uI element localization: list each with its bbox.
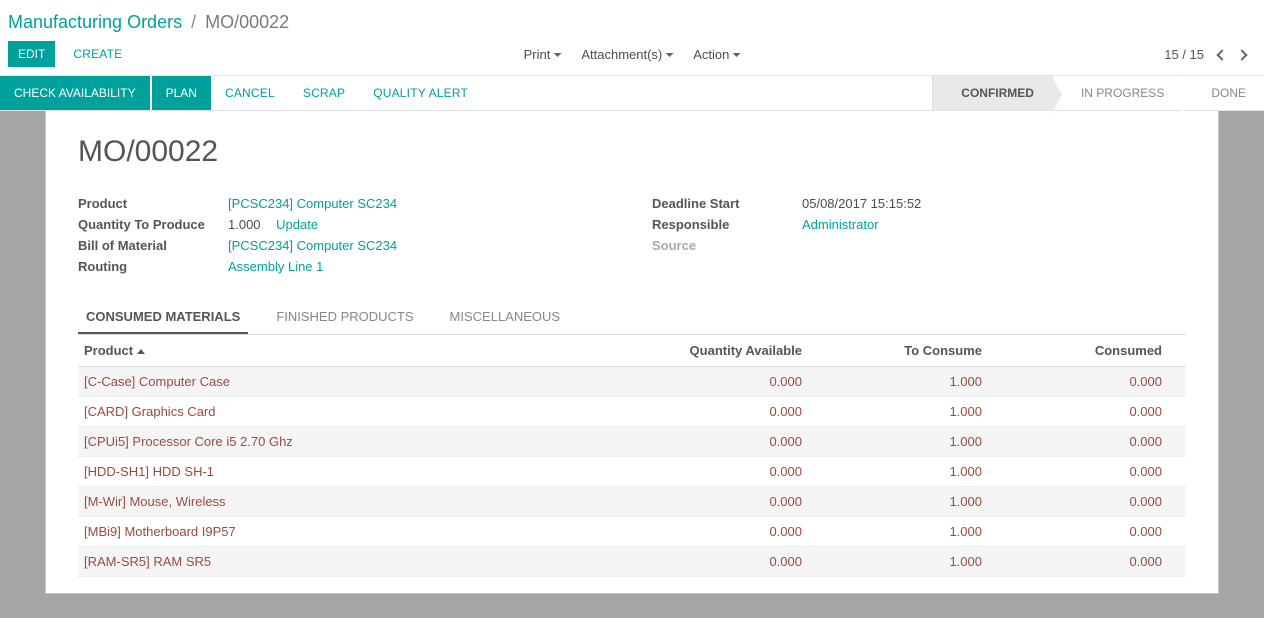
pager-next-button[interactable] (1232, 43, 1252, 66)
cell-consumed: 0.000 (1006, 397, 1186, 427)
breadcrumb-root-link[interactable]: Manufacturing Orders (8, 12, 182, 32)
control-row: EDIT CREATE Print Attachment(s) Action 1… (8, 41, 1256, 75)
sort-asc-icon (137, 349, 145, 354)
cell-to-consume: 1.000 (826, 517, 1006, 547)
label-responsible: Responsible (652, 217, 802, 232)
cell-product[interactable]: [RAM-SR5] RAM SR5 (78, 547, 626, 577)
field-col-left: Product [PCSC234] Computer SC234 Quantit… (78, 193, 612, 277)
form-sheet: MO/00022 Product [PCSC234] Computer SC23… (45, 111, 1219, 594)
toolbar-dropdowns: Print Attachment(s) Action (514, 41, 751, 68)
cell-qty-available: 0.000 (626, 517, 826, 547)
cell-qty-available: 0.000 (626, 427, 826, 457)
col-consumed[interactable]: Consumed (1006, 335, 1186, 367)
table-row[interactable]: [CPUi5] Processor Core i5 2.70 Ghz0.0001… (78, 427, 1186, 457)
product-link[interactable]: [PCSC234] Computer SC234 (228, 196, 397, 211)
cell-qty-available: 0.000 (626, 457, 826, 487)
cell-product[interactable]: [MBi9] Motherboard I9P57 (78, 517, 626, 547)
breadcrumb: Manufacturing Orders / MO/00022 (8, 8, 1256, 41)
table-row[interactable]: [MBi9] Motherboard I9P570.0001.0000.000 (78, 517, 1186, 547)
table-row[interactable]: [HDD-SH1] HDD SH-10.0001.0000.000 (78, 457, 1186, 487)
caret-down-icon (732, 53, 740, 57)
responsible-link[interactable]: Administrator (802, 217, 879, 232)
cell-to-consume: 1.000 (826, 367, 1006, 397)
print-dropdown[interactable]: Print (514, 41, 572, 68)
cell-qty-available: 0.000 (626, 367, 826, 397)
cell-qty-available: 0.000 (626, 397, 826, 427)
cell-to-consume: 1.000 (826, 457, 1006, 487)
create-button[interactable]: CREATE (63, 41, 132, 67)
cell-qty-available: 0.000 (626, 547, 826, 577)
cell-product[interactable]: [CPUi5] Processor Core i5 2.70 Ghz (78, 427, 626, 457)
label-routing: Routing (78, 259, 228, 274)
table-row[interactable]: [RAM-SR5] RAM SR50.0001.0000.000 (78, 547, 1186, 577)
cell-consumed: 0.000 (1006, 427, 1186, 457)
status-in-progress[interactable]: IN PROGRESS (1052, 76, 1182, 110)
check-availability-button[interactable]: CHECK AVAILABILITY (0, 76, 150, 110)
field-col-right: Deadline Start 05/08/2017 15:15:52 Respo… (652, 193, 1186, 277)
pager-count: 15 / 15 (1156, 47, 1212, 62)
pager: 15 / 15 (1156, 43, 1256, 66)
cell-consumed: 0.000 (1006, 547, 1186, 577)
col-to-consume[interactable]: To Consume (826, 335, 1006, 367)
action-bar: CHECK AVAILABILITY PLAN CANCEL SCRAP QUA… (0, 76, 1264, 111)
pager-prev-button[interactable] (1212, 43, 1232, 66)
materials-table: Product Quantity Available To Consume Co… (78, 335, 1186, 577)
cell-product[interactable]: [C-Case] Computer Case (78, 367, 626, 397)
breadcrumb-current: MO/00022 (205, 12, 289, 32)
cell-product[interactable]: [HDD-SH1] HDD SH-1 (78, 457, 626, 487)
cell-to-consume: 1.000 (826, 547, 1006, 577)
cell-consumed: 0.000 (1006, 457, 1186, 487)
cancel-button[interactable]: CANCEL (211, 76, 289, 110)
status-done[interactable]: DONE (1182, 76, 1264, 110)
label-source: Source (652, 238, 802, 253)
chevron-left-icon (1216, 49, 1227, 60)
cell-product[interactable]: [M-Wir] Mouse, Wireless (78, 487, 626, 517)
scrap-button[interactable]: SCRAP (289, 76, 359, 110)
col-qty-available[interactable]: Quantity Available (626, 335, 826, 367)
caret-down-icon (553, 53, 561, 57)
label-deadline: Deadline Start (652, 196, 802, 211)
label-qty-to-produce: Quantity To Produce (78, 217, 228, 232)
attachments-dropdown[interactable]: Attachment(s) (571, 41, 683, 68)
sheet-wrap: MO/00022 Product [PCSC234] Computer SC23… (0, 111, 1264, 618)
update-qty-link[interactable]: Update (276, 217, 318, 232)
cell-product[interactable]: [CARD] Graphics Card (78, 397, 626, 427)
col-product[interactable]: Product (78, 335, 626, 367)
page-title: MO/00022 (78, 135, 1186, 169)
deadline-value: 05/08/2017 15:15:52 (802, 196, 921, 211)
cell-consumed: 0.000 (1006, 517, 1186, 547)
bom-link[interactable]: [PCSC234] Computer SC234 (228, 238, 397, 253)
caret-down-icon (665, 53, 673, 57)
table-row[interactable]: [CARD] Graphics Card0.0001.0000.000 (78, 397, 1186, 427)
quality-alert-button[interactable]: QUALITY ALERT (359, 76, 482, 110)
cell-to-consume: 1.000 (826, 487, 1006, 517)
cell-to-consume: 1.000 (826, 397, 1006, 427)
tabs: CONSUMED MATERIALS FINISHED PRODUCTS MIS… (78, 301, 1186, 335)
cell-consumed: 0.000 (1006, 367, 1186, 397)
tab-miscellaneous[interactable]: MISCELLANEOUS (442, 301, 569, 334)
qty-value: 1.000 (228, 217, 261, 232)
label-product: Product (78, 196, 228, 211)
routing-link[interactable]: Assembly Line 1 (228, 259, 323, 274)
label-bom: Bill of Material (78, 238, 228, 253)
status-bar: CONFIRMED IN PROGRESS DONE (932, 76, 1264, 110)
tab-finished-products[interactable]: FINISHED PRODUCTS (268, 301, 421, 334)
plan-button[interactable]: PLAN (152, 76, 211, 110)
edit-button[interactable]: EDIT (8, 41, 55, 67)
cell-consumed: 0.000 (1006, 487, 1186, 517)
status-confirmed[interactable]: CONFIRMED (932, 76, 1052, 110)
header-bar: Manufacturing Orders / MO/00022 EDIT CRE… (0, 0, 1264, 76)
cell-to-consume: 1.000 (826, 427, 1006, 457)
table-row[interactable]: [M-Wir] Mouse, Wireless0.0001.0000.000 (78, 487, 1186, 517)
tab-consumed-materials[interactable]: CONSUMED MATERIALS (78, 301, 248, 334)
cell-qty-available: 0.000 (626, 487, 826, 517)
action-dropdown[interactable]: Action (683, 41, 750, 68)
breadcrumb-separator: / (191, 12, 196, 32)
field-grid: Product [PCSC234] Computer SC234 Quantit… (78, 193, 1186, 277)
chevron-right-icon (1236, 49, 1247, 60)
table-row[interactable]: [C-Case] Computer Case0.0001.0000.000 (78, 367, 1186, 397)
